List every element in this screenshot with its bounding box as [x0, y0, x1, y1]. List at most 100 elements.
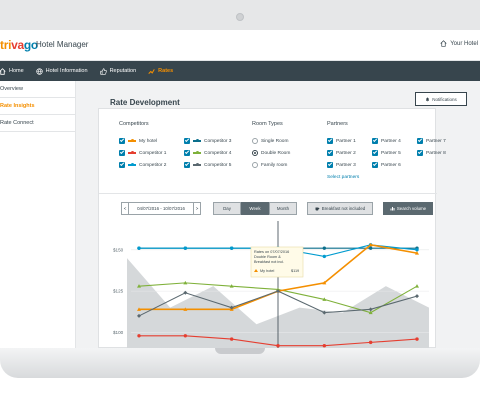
partner-option-5[interactable]: Partner 5 [372, 150, 401, 156]
globe-icon [36, 67, 43, 75]
checkbox[interactable] [327, 150, 333, 156]
sidebar: Overview Rate Insights Rate Connect [0, 81, 76, 348]
radio[interactable] [252, 138, 258, 144]
checkbox[interactable] [417, 150, 423, 156]
sidebar-item-overview[interactable]: Overview [0, 81, 75, 98]
competitor-option-3[interactable]: Competitor 3 [184, 138, 231, 144]
competitor-option-2[interactable]: Competitor 2 [119, 162, 166, 168]
rates-icon [148, 68, 155, 74]
select-partners-link[interactable]: Select partners [327, 175, 359, 180]
room-type-single[interactable]: Single Room [252, 138, 288, 144]
nav-reputation-label: Reputation [109, 68, 137, 74]
partner-option-8[interactable]: Partner 8 [417, 150, 446, 156]
your-hotel-label: Your Hotel [450, 40, 478, 47]
competitor-option-4[interactable]: Competitor 4 [184, 150, 231, 156]
partner-option-3[interactable]: Partner 3 [327, 162, 356, 168]
page-title: Rate Development [110, 98, 180, 107]
room-type-double[interactable]: Double Room [252, 150, 290, 156]
option-label: Partner 8 [426, 150, 446, 156]
tab-week-label: Week [249, 206, 261, 211]
nav-home[interactable]: Home [0, 61, 24, 81]
rate-chart: $150 $125 $100 Rates on 07/07/2016 Double Ro… [99, 213, 437, 348]
bell-icon [425, 97, 430, 101]
competitor-option-1[interactable]: Competitor 1 [119, 150, 166, 156]
checkbox[interactable] [119, 162, 125, 168]
data-point [322, 254, 327, 259]
partner-option-7[interactable]: Partner 7 [417, 138, 446, 144]
logo-part-1: tri [0, 38, 12, 52]
date-range-label: 04/07/2016 - 10/07/2016 [137, 206, 185, 211]
radio-selected[interactable] [252, 150, 258, 156]
competitors-title: Competitors [119, 121, 149, 127]
checkbox[interactable] [184, 150, 190, 156]
checkbox[interactable] [119, 150, 125, 156]
room-type-family[interactable]: Family room [252, 162, 287, 168]
tooltip-value: $119 [291, 269, 299, 273]
data-point [229, 246, 234, 250]
data-point [415, 294, 419, 299]
checkbox[interactable] [119, 138, 125, 144]
competitor-5-line-icon [193, 163, 201, 166]
main-nav: Home Hotel Information Reputation Rates [0, 61, 480, 81]
nav-rates[interactable]: Rates [148, 61, 173, 81]
checkbox[interactable] [417, 138, 423, 144]
trivago-logo[interactable]: trivago [0, 38, 38, 52]
nav-hotel-information-label: Hotel Information [45, 68, 88, 74]
option-label: Partner 4 [381, 138, 401, 144]
tab-month-label: Month [276, 206, 290, 211]
data-point [368, 246, 373, 250]
breakfast-label: Breakfast not included [321, 206, 366, 211]
option-label: Competitor 4 [204, 150, 232, 156]
checkbox[interactable] [327, 162, 333, 168]
partner-option-6[interactable]: Partner 6 [372, 162, 401, 168]
partner-option-4[interactable]: Partner 4 [372, 138, 401, 144]
partner-option-2[interactable]: Partner 2 [327, 150, 356, 156]
competitor-option-my-hotel[interactable]: My hotel [119, 138, 157, 144]
data-point [183, 246, 188, 250]
partner-option-1[interactable]: Partner 1 [327, 138, 356, 144]
option-label: Family room [261, 162, 288, 168]
radio[interactable] [252, 162, 258, 168]
notifications-button[interactable]: Notifications [415, 92, 467, 106]
logo-part-2: va [11, 38, 24, 52]
data-point [276, 343, 280, 348]
option-label: Double Room [261, 150, 291, 156]
your-hotel-link[interactable]: Your Hotel [440, 40, 478, 47]
tooltip-text: Breakfast not incl. [254, 260, 284, 264]
sidebar-item-rate-insights[interactable]: Rate Insights [0, 98, 75, 115]
option-label: Competitor 3 [204, 138, 232, 144]
option-label: Single Room [261, 138, 289, 144]
data-point [229, 337, 234, 341]
data-point [137, 334, 141, 338]
checkbox[interactable] [327, 138, 333, 144]
tooltip-text: Double Room & [254, 255, 281, 259]
data-point [415, 337, 419, 341]
chevron-right-icon: > [195, 206, 199, 211]
room-types-title: Room Types [252, 121, 283, 127]
checkbox[interactable] [372, 150, 378, 156]
y-tick-label: $125 [113, 289, 124, 294]
app-header: trivago Hotel Manager Your Hotel [0, 30, 480, 61]
home-icon [0, 67, 6, 75]
rate-chart-svg: $150 $125 $100 Rates on 07/07/2016Double Ro… [113, 221, 429, 348]
option-label: Competitor 5 [204, 162, 232, 168]
nav-reputation[interactable]: Reputation [99, 61, 137, 81]
notifications-label: Notifications [432, 96, 457, 102]
data-point [322, 343, 327, 348]
sidebar-item-label: Rate Connect [0, 120, 34, 126]
tooltip-text: Rates on 07/07/2016 [254, 250, 289, 254]
nav-rates-label: Rates [158, 68, 174, 74]
option-label: Partner 3 [336, 162, 356, 168]
home-icon [440, 40, 447, 47]
nav-hotel-information[interactable]: Hotel Information [36, 61, 88, 81]
data-point [137, 246, 141, 250]
checkbox[interactable] [184, 138, 190, 144]
chevron-left-icon: < [123, 206, 127, 211]
competitor-option-5[interactable]: Competitor 5 [184, 162, 231, 168]
checkbox[interactable] [372, 138, 378, 144]
sidebar-item-rate-connect[interactable]: Rate Connect [0, 115, 75, 132]
checkbox[interactable] [184, 162, 190, 168]
checkbox[interactable] [372, 162, 378, 168]
data-point [322, 246, 327, 250]
search-volume-label: Search volume [396, 206, 427, 211]
